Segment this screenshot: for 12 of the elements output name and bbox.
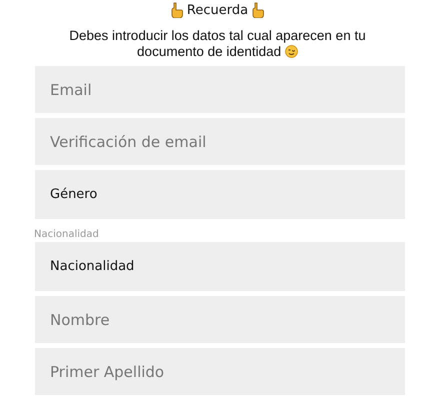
dropdown-field[interactable]: Género [35,170,405,219]
pointing-hand-icon [252,2,264,18]
heading: Recuerda [186,2,248,18]
text-field[interactable]: Verificación de email [35,118,405,165]
text-field[interactable]: Email [35,66,405,113]
dropdown-field[interactable]: Nacionalidad [35,242,405,291]
pointing-hand-icon [170,2,183,18]
notice-text: Debes introducir los datos tal cual aparecen en tu documento de identidad [68,28,367,60]
text-field[interactable]: Nombre [35,296,405,343]
winking-face-icon [284,45,298,58]
field-label: Nacionalidad [34,229,100,240]
text-field[interactable]: Primer Apellido [35,348,405,395]
